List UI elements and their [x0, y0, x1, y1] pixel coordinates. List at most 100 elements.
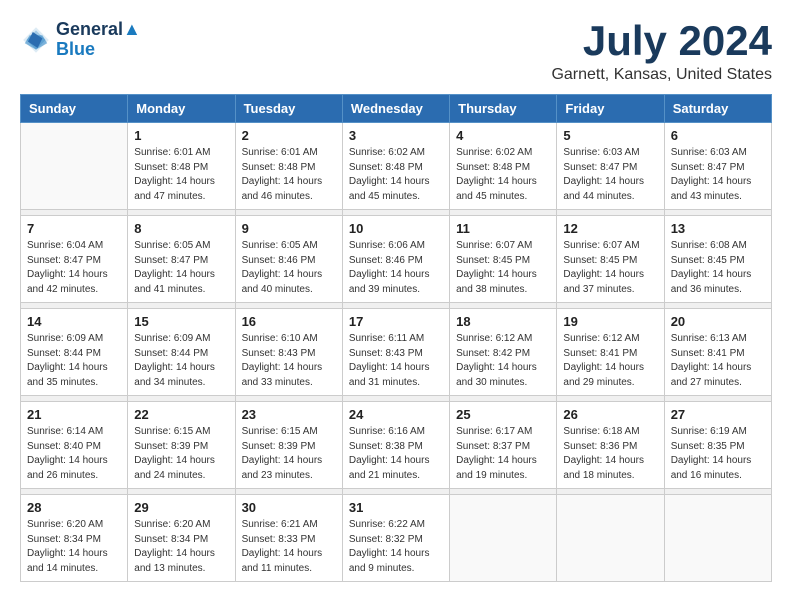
calendar-cell: 10 Sunrise: 6:06 AMSunset: 8:46 PMDayligh…: [342, 216, 449, 303]
title-area: July 2024 Garnett, Kansas, United States: [551, 20, 772, 84]
calendar-cell: 23Sunrise: 6:15 AMSunset: 8:39 PMDayligh…: [235, 402, 342, 489]
calendar-cell: 12Sunrise: 6:07 AMSunset: 8:45 PMDayligh…: [557, 216, 664, 303]
day-info: Sunrise: 6:20 AMSunset: 8:34 PMDaylight:…: [27, 518, 121, 576]
day-info: Sunrise: 6:02 AMSunset: 8:48 PMDaylight:…: [456, 146, 550, 204]
day-info: Sunrise: 6:17 AMSunset: 8:37 PMDaylight:…: [456, 425, 550, 483]
calendar-cell: 29 Sunrise: 6:20 AMSunset: 8:34 PMDayligh…: [128, 495, 235, 582]
calendar-week-2: 7Sunrise: 6:04 AMSunset: 8:47 PMDaylight…: [21, 216, 772, 303]
day-info: Sunrise: 6:20 AMSunset: 8:34 PMDaylight:…: [134, 518, 228, 576]
calendar-cell: 6 Sunrise: 6:03 AMSunset: 8:47 PMDaylight…: [664, 123, 771, 210]
day-number: 20: [671, 314, 765, 329]
calendar-week-1: 1Sunrise: 6:01 AMSunset: 8:48 PMDaylight…: [21, 123, 772, 210]
day-number: 27: [671, 407, 765, 422]
calendar-cell: 24 Sunrise: 6:16 AMSunset: 8:38 PMDayligh…: [342, 402, 449, 489]
day-info: Sunrise: 6:07 AMSunset: 8:45 PMDaylight:…: [456, 239, 550, 297]
calendar-cell: [21, 123, 128, 210]
day-number: 29: [134, 500, 228, 515]
calendar-cell: [450, 495, 557, 582]
day-info: Sunrise: 6:03 AMSunset: 8:47 PMDaylight:…: [563, 146, 657, 204]
day-info: Sunrise: 6:01 AMSunset: 8:48 PMDaylight:…: [134, 146, 228, 204]
calendar-cell: 3 Sunrise: 6:02 AMSunset: 8:48 PMDaylight…: [342, 123, 449, 210]
weekday-header-sunday: Sunday: [21, 95, 128, 123]
weekday-header-thursday: Thursday: [450, 95, 557, 123]
day-info: Sunrise: 6:18 AMSunset: 8:36 PMDaylight:…: [563, 425, 657, 483]
calendar-cell: 21 Sunrise: 6:14 AMSunset: 8:40 PMDayligh…: [21, 402, 128, 489]
calendar-table: SundayMondayTuesdayWednesdayThursdayFrid…: [20, 94, 772, 582]
calendar-cell: [557, 495, 664, 582]
calendar-cell: 20 Sunrise: 6:13 AMSunset: 8:41 PMDayligh…: [664, 309, 771, 396]
calendar-week-3: 14 Sunrise: 6:09 AMSunset: 8:44 PMDayligh…: [21, 309, 772, 396]
location-title: Garnett, Kansas, United States: [551, 66, 772, 84]
day-number: 26: [563, 407, 657, 422]
day-number: 11: [456, 221, 550, 236]
day-number: 6: [671, 128, 765, 143]
day-number: 13: [671, 221, 765, 236]
day-number: 9: [242, 221, 336, 236]
day-info: Sunrise: 6:08 AMSunset: 8:45 PMDaylight:…: [671, 239, 765, 297]
weekday-header-saturday: Saturday: [664, 95, 771, 123]
day-number: 30: [242, 500, 336, 515]
day-number: 7: [27, 221, 121, 236]
day-info: Sunrise: 6:06 AMSunset: 8:46 PMDaylight:…: [349, 239, 443, 297]
calendar-cell: 15 Sunrise: 6:09 AMSunset: 8:44 PMDayligh…: [128, 309, 235, 396]
day-number: 12: [563, 221, 657, 236]
page-header: General▲ Blue July 2024 Garnett, Kansas,…: [20, 20, 772, 84]
weekday-header-row: SundayMondayTuesdayWednesdayThursdayFrid…: [21, 95, 772, 123]
day-number: 21: [27, 407, 121, 422]
day-info: Sunrise: 6:22 AMSunset: 8:32 PMDaylight:…: [349, 518, 443, 576]
calendar-cell: 22 Sunrise: 6:15 AMSunset: 8:39 PMDayligh…: [128, 402, 235, 489]
calendar-cell: 16 Sunrise: 6:10 AMSunset: 8:43 PMDayligh…: [235, 309, 342, 396]
calendar-week-5: 28 Sunrise: 6:20 AMSunset: 8:34 PMDayligh…: [21, 495, 772, 582]
logo-text: General▲ Blue: [56, 20, 141, 60]
day-number: 8: [134, 221, 228, 236]
weekday-header-tuesday: Tuesday: [235, 95, 342, 123]
calendar-cell: 19Sunrise: 6:12 AMSunset: 8:41 PMDayligh…: [557, 309, 664, 396]
day-info: Sunrise: 6:12 AMSunset: 8:42 PMDaylight:…: [456, 332, 550, 390]
day-number: 15: [134, 314, 228, 329]
weekday-header-wednesday: Wednesday: [342, 95, 449, 123]
calendar-cell: 26 Sunrise: 6:18 AMSunset: 8:36 PMDayligh…: [557, 402, 664, 489]
day-info: Sunrise: 6:01 AMSunset: 8:48 PMDaylight:…: [242, 146, 336, 204]
day-info: Sunrise: 6:11 AMSunset: 8:43 PMDaylight:…: [349, 332, 443, 390]
day-number: 28: [27, 500, 121, 515]
day-info: Sunrise: 6:21 AMSunset: 8:33 PMDaylight:…: [242, 518, 336, 576]
calendar-cell: 25 Sunrise: 6:17 AMSunset: 8:37 PMDayligh…: [450, 402, 557, 489]
calendar-week-4: 21 Sunrise: 6:14 AMSunset: 8:40 PMDayligh…: [21, 402, 772, 489]
day-info: Sunrise: 6:02 AMSunset: 8:48 PMDaylight:…: [349, 146, 443, 204]
day-info: Sunrise: 6:09 AMSunset: 8:44 PMDaylight:…: [27, 332, 121, 390]
day-info: Sunrise: 6:16 AMSunset: 8:38 PMDaylight:…: [349, 425, 443, 483]
day-info: Sunrise: 6:12 AMSunset: 8:41 PMDaylight:…: [563, 332, 657, 390]
calendar-cell: 14 Sunrise: 6:09 AMSunset: 8:44 PMDayligh…: [21, 309, 128, 396]
calendar-cell: 28 Sunrise: 6:20 AMSunset: 8:34 PMDayligh…: [21, 495, 128, 582]
day-info: Sunrise: 6:19 AMSunset: 8:35 PMDaylight:…: [671, 425, 765, 483]
day-info: Sunrise: 6:10 AMSunset: 8:43 PMDaylight:…: [242, 332, 336, 390]
logo: General▲ Blue: [20, 20, 141, 60]
day-number: 2: [242, 128, 336, 143]
logo-icon: [20, 24, 52, 56]
day-number: 22: [134, 407, 228, 422]
day-info: Sunrise: 6:13 AMSunset: 8:41 PMDaylight:…: [671, 332, 765, 390]
calendar-cell: [664, 495, 771, 582]
day-number: 16: [242, 314, 336, 329]
day-number: 3: [349, 128, 443, 143]
day-info: Sunrise: 6:14 AMSunset: 8:40 PMDaylight:…: [27, 425, 121, 483]
day-number: 14: [27, 314, 121, 329]
calendar-cell: 13 Sunrise: 6:08 AMSunset: 8:45 PMDayligh…: [664, 216, 771, 303]
day-number: 5: [563, 128, 657, 143]
day-number: 10: [349, 221, 443, 236]
calendar-cell: 27 Sunrise: 6:19 AMSunset: 8:35 PMDayligh…: [664, 402, 771, 489]
calendar-cell: 5 Sunrise: 6:03 AMSunset: 8:47 PMDaylight…: [557, 123, 664, 210]
day-info: Sunrise: 6:05 AMSunset: 8:47 PMDaylight:…: [134, 239, 228, 297]
day-number: 24: [349, 407, 443, 422]
calendar-cell: 8 Sunrise: 6:05 AMSunset: 8:47 PMDaylight…: [128, 216, 235, 303]
month-title: July 2024: [551, 20, 772, 62]
day-number: 17: [349, 314, 443, 329]
day-number: 25: [456, 407, 550, 422]
calendar-cell: 2 Sunrise: 6:01 AMSunset: 8:48 PMDaylight…: [235, 123, 342, 210]
day-info: Sunrise: 6:15 AMSunset: 8:39 PMDaylight:…: [134, 425, 228, 483]
calendar-cell: 9Sunrise: 6:05 AMSunset: 8:46 PMDaylight…: [235, 216, 342, 303]
calendar-cell: 18Sunrise: 6:12 AMSunset: 8:42 PMDayligh…: [450, 309, 557, 396]
day-info: Sunrise: 6:09 AMSunset: 8:44 PMDaylight:…: [134, 332, 228, 390]
day-info: Sunrise: 6:03 AMSunset: 8:47 PMDaylight:…: [671, 146, 765, 204]
calendar-cell: 7Sunrise: 6:04 AMSunset: 8:47 PMDaylight…: [21, 216, 128, 303]
